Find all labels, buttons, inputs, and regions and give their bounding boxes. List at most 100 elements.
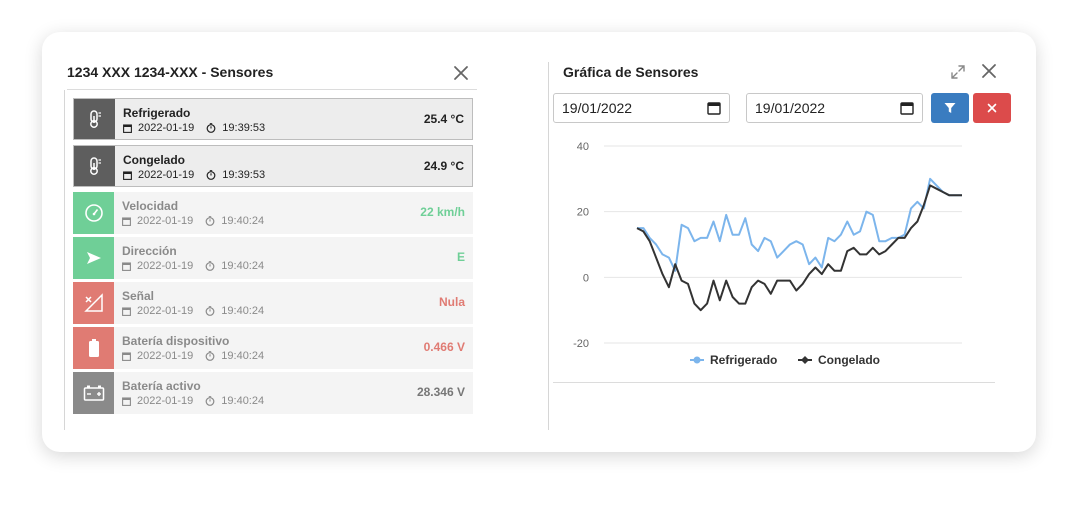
divider [64, 90, 65, 430]
sensor-value: 22 km/h [420, 205, 465, 219]
stopwatch-icon [206, 170, 216, 180]
filter-icon [944, 103, 956, 113]
date-to-input[interactable]: 19/01/2022 [746, 93, 923, 123]
sensor-value: 24.9 °C [423, 159, 464, 173]
sensor-info: Batería dispositivo 2022-01-19 19:40:24 0.4… [114, 327, 473, 369]
sensor-time: 19:40:24 [221, 215, 265, 227]
sensor-date: 2022-01-19 [137, 395, 194, 407]
legend-label[interactable]: Refrigerado [710, 353, 777, 367]
y-tick-label: 0 [583, 272, 589, 284]
sensor-name: Batería dispositivo [122, 334, 230, 348]
y-tick-label: 20 [577, 207, 589, 219]
calendar-icon [122, 216, 131, 226]
no-signal-icon [83, 293, 104, 313]
sensor-row[interactable]: Batería activo 2022-01-19 19:40:24 28.346 V [73, 372, 473, 414]
sensor-icon-box [74, 146, 115, 186]
sensor-timestamp: 2022-01-19 19:40:24 [122, 260, 473, 272]
calendar-icon [123, 123, 132, 133]
sensor-date: 2022-01-19 [137, 260, 194, 272]
chart-panel-title: Gráfica de Sensores [563, 64, 699, 80]
sensor-name: Congelado [123, 153, 185, 167]
sensor-row[interactable]: Dirección 2022-01-19 19:40:24 E [73, 237, 473, 279]
close-icon [987, 103, 997, 113]
sensor-line-chart: 40 20 0 -20 Refrigerado Congelado [573, 141, 962, 367]
sensor-row[interactable]: Refrigerado 2022-01-19 19:39:53 25.4 °C [73, 98, 473, 140]
sensors-panel-title: 1234 XXX 1234-XXX - Sensores [67, 64, 274, 80]
legend-marker [693, 356, 701, 364]
sensor-value: E [456, 250, 465, 264]
sensor-name: Refrigerado [123, 106, 191, 120]
expand-icon[interactable] [950, 64, 966, 80]
y-tick-label: -20 [573, 338, 589, 350]
car-battery-icon [83, 384, 105, 402]
sensor-value: 25.4 °C [423, 112, 464, 126]
sensor-time: 19:39:53 [222, 122, 266, 134]
sensor-info: Dirección 2022-01-19 19:40:24 E [114, 237, 473, 279]
sensor-icon-box [73, 282, 114, 324]
calendar-icon[interactable] [707, 101, 721, 115]
sensor-row[interactable]: Congelado 2022-01-19 19:39:53 24.9 °C [73, 145, 473, 187]
calendar-icon [122, 351, 131, 361]
series-line-congelado [636, 184, 962, 312]
sensor-value: 0.466 V [423, 340, 465, 354]
calendar-icon [122, 261, 131, 271]
sensor-value: 28.346 V [416, 385, 465, 399]
sensors-card: 1234 XXX 1234-XXX - Sensores Refrigerado… [42, 32, 1036, 452]
stopwatch-icon [206, 123, 216, 133]
sensor-name: Dirección [122, 244, 177, 258]
sensor-time: 19:39:53 [222, 169, 266, 181]
sensor-info: Velocidad 2022-01-19 19:40:24 22 km/h [114, 192, 473, 234]
sensor-row[interactable]: Señal 2022-01-19 19:40:24 Nula [73, 282, 473, 324]
date-from-input[interactable]: 19/01/2022 [553, 93, 730, 123]
sensor-icon-box [73, 237, 114, 279]
divider [553, 382, 995, 383]
calendar-icon [122, 306, 131, 316]
calendar-icon [123, 170, 132, 180]
sensor-info: Señal 2022-01-19 19:40:24 Nula [114, 282, 473, 324]
sensor-timestamp: 2022-01-19 19:40:24 [122, 350, 473, 362]
date-from-value: 19/01/2022 [562, 100, 633, 116]
stopwatch-icon [205, 306, 215, 316]
close-icon[interactable] [980, 62, 998, 80]
thermometer-icon [87, 109, 103, 129]
sensor-date: 2022-01-19 [137, 305, 194, 317]
divider [548, 62, 549, 430]
sensor-time: 19:40:24 [221, 260, 265, 272]
divider [67, 89, 477, 90]
direction-arrow-icon [86, 250, 102, 266]
stopwatch-icon [205, 351, 215, 361]
filter-button[interactable] [931, 93, 969, 123]
sensor-timestamp: 2022-01-19 19:39:53 [123, 169, 472, 181]
sensor-date: 2022-01-19 [137, 350, 194, 362]
sensor-time: 19:40:24 [221, 395, 265, 407]
date-to-value: 19/01/2022 [755, 100, 826, 116]
sensor-time: 19:40:24 [221, 350, 265, 362]
sensor-icon-box [74, 99, 115, 139]
sensor-row[interactable]: Batería dispositivo 2022-01-19 19:40:24 0.4… [73, 327, 473, 369]
clear-button[interactable] [973, 93, 1011, 123]
sensor-date: 2022-01-19 [138, 122, 195, 134]
sensor-icon-box [73, 372, 114, 414]
stopwatch-icon [205, 396, 215, 406]
close-icon[interactable] [452, 64, 470, 82]
stopwatch-icon [205, 216, 215, 226]
sensor-info: Congelado 2022-01-19 19:39:53 24.9 °C [115, 146, 472, 186]
sensor-info: Refrigerado 2022-01-19 19:39:53 25.4 °C [115, 99, 472, 139]
speedometer-icon [84, 203, 104, 223]
sensor-info: Batería activo 2022-01-19 19:40:24 28.346 V [114, 372, 473, 414]
sensor-date: 2022-01-19 [138, 169, 195, 181]
legend-label[interactable]: Congelado [818, 353, 880, 367]
battery-icon [88, 338, 100, 358]
y-tick-label: 40 [577, 141, 589, 153]
thermometer-icon [87, 156, 103, 176]
sensor-icon-box [73, 192, 114, 234]
sensor-icon-box [73, 327, 114, 369]
sensor-time: 19:40:24 [221, 305, 265, 317]
sensor-name: Señal [122, 289, 155, 303]
sensor-row[interactable]: Velocidad 2022-01-19 19:40:24 22 km/h [73, 192, 473, 234]
sensor-date: 2022-01-19 [137, 215, 194, 227]
calendar-icon [122, 396, 131, 406]
calendar-icon[interactable] [900, 101, 914, 115]
sensor-value: Nula [438, 295, 465, 309]
sensor-timestamp: 2022-01-19 19:39:53 [123, 122, 472, 134]
